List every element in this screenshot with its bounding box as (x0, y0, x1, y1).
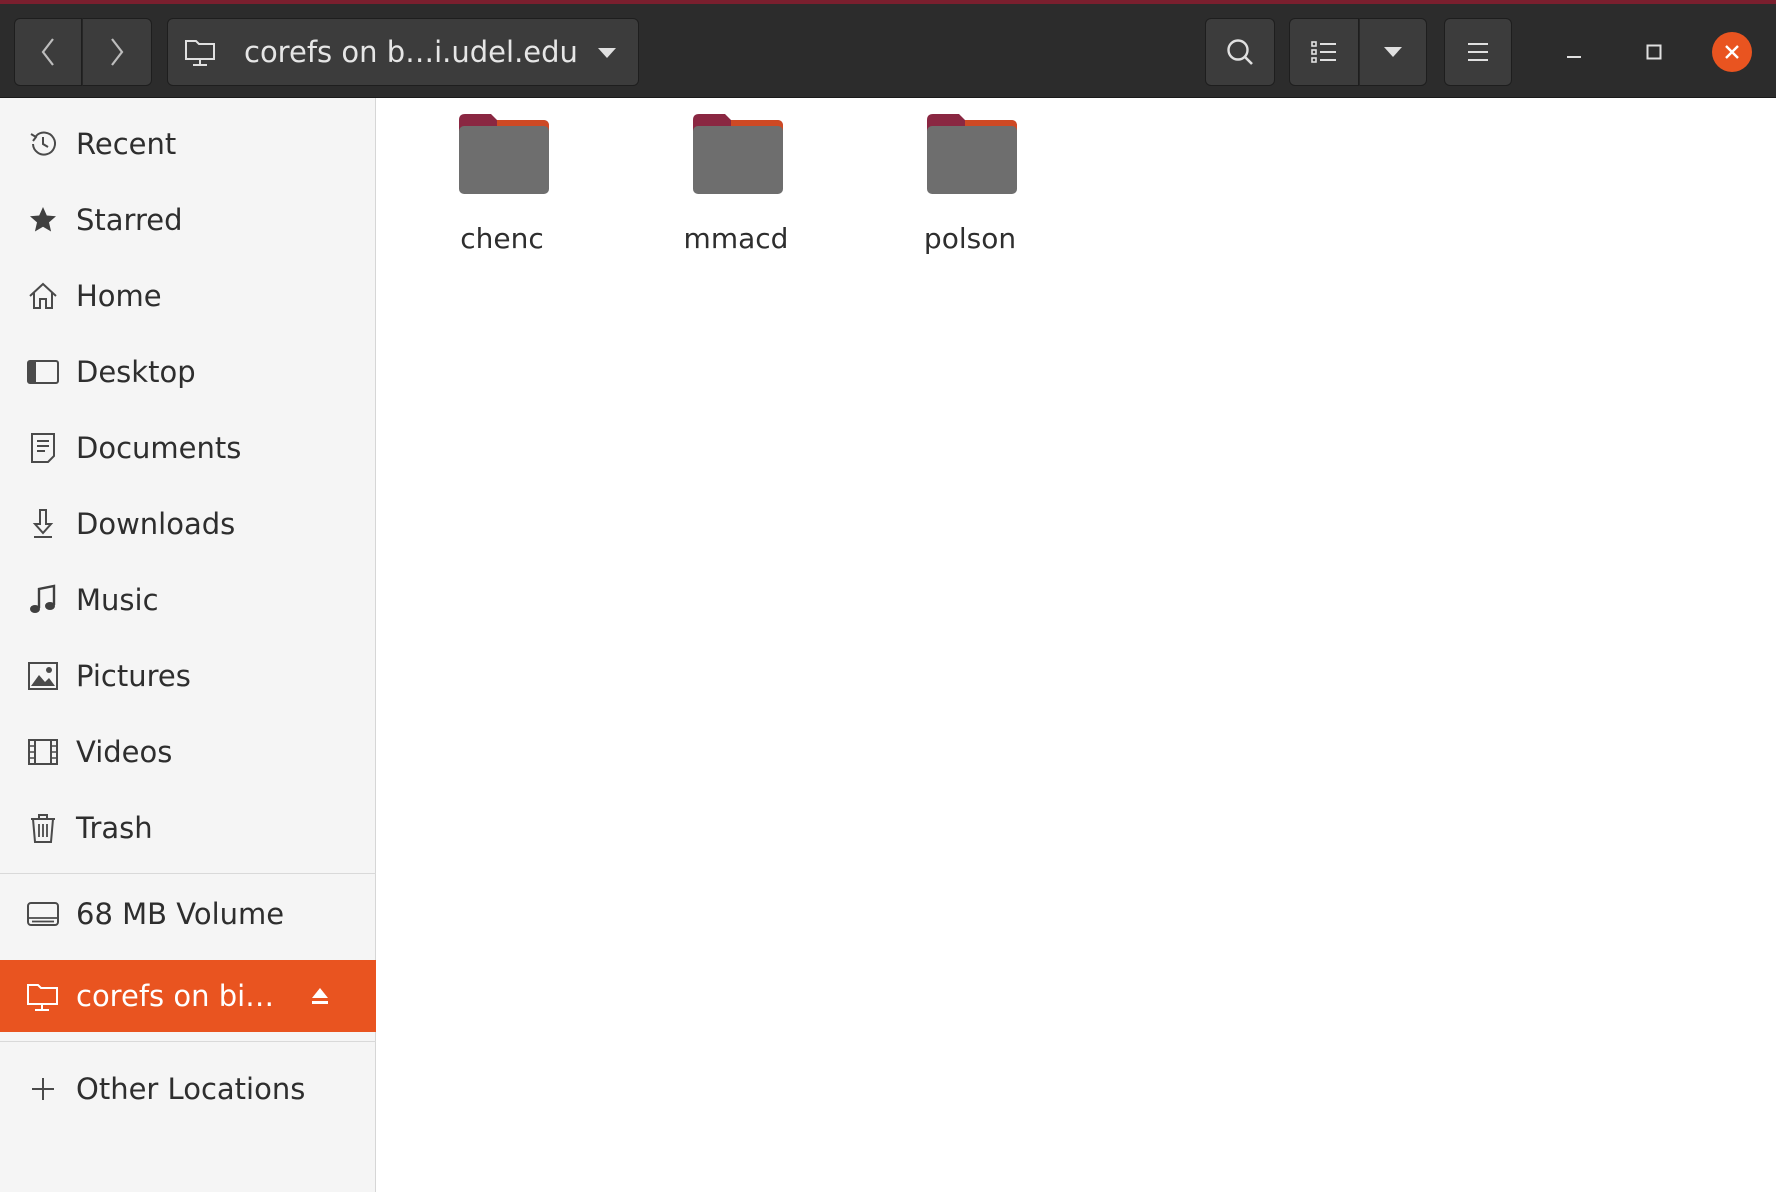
sidebar-item-label: Recent (76, 127, 177, 161)
sidebar-item-label: corefs on bi… (76, 979, 275, 1013)
close-icon (1725, 45, 1739, 59)
clock-icon (26, 127, 60, 161)
music-icon (26, 583, 60, 617)
desktop-icon (26, 355, 60, 389)
hamburger-menu-icon (1468, 43, 1488, 61)
list-view-button[interactable] (1289, 18, 1359, 86)
sidebar-item-documents[interactable]: Documents (0, 412, 376, 484)
sidebar-item-network-share[interactable]: corefs on bi… (0, 960, 376, 1032)
minimize-button[interactable] (1554, 32, 1594, 72)
drive-icon (26, 897, 60, 931)
forward-button[interactable] (82, 18, 152, 86)
download-icon (26, 507, 60, 541)
minimize-icon (1567, 56, 1581, 58)
file-name: chenc (460, 222, 544, 255)
sidebar-item-label: Music (76, 583, 159, 617)
document-icon (26, 431, 60, 465)
folder-icon (693, 114, 783, 194)
eject-icon[interactable] (308, 984, 332, 1012)
video-icon (26, 735, 60, 769)
sidebar-item-trash[interactable]: Trash (0, 792, 376, 864)
folder-icon (927, 114, 1017, 194)
sidebar-item-home[interactable]: Home (0, 260, 376, 332)
sidebar-item-label: Starred (76, 203, 183, 237)
sidebar-separator (0, 873, 376, 874)
close-button[interactable] (1712, 32, 1752, 72)
chevron-down-icon[interactable] (596, 43, 618, 63)
header-bar: corefs on b…i.udel.edu (0, 0, 1776, 98)
file-name: polson (923, 222, 1017, 255)
folder-item-polson[interactable]: polson (895, 112, 1045, 255)
chevron-left-icon (41, 38, 54, 66)
network-folder-icon (185, 40, 215, 66)
folder-item-chenc[interactable]: chenc (427, 112, 577, 255)
search-icon (1227, 39, 1253, 65)
menu-button[interactable] (1444, 18, 1512, 86)
sidebar-item-pictures[interactable]: Pictures (0, 640, 376, 712)
sidebar-item-volume[interactable]: 68 MB Volume (0, 878, 376, 950)
sidebar-item-label: Pictures (76, 659, 191, 693)
sidebar-item-videos[interactable]: Videos (0, 716, 376, 788)
folder-item-mmacd[interactable]: mmacd (661, 112, 811, 255)
sidebar-item-label: Documents (76, 431, 242, 465)
file-view[interactable]: chenc mmacd polson (377, 98, 1776, 1192)
sidebar-item-starred[interactable]: Starred (0, 184, 376, 256)
list-icon (1311, 41, 1336, 63)
path-label: corefs on b…i.udel.edu (244, 35, 578, 69)
back-button[interactable] (14, 18, 82, 86)
sidebar-item-music[interactable]: Music (0, 564, 376, 636)
chevron-down-icon (1384, 47, 1402, 57)
search-button[interactable] (1205, 18, 1275, 86)
star-icon (26, 203, 60, 237)
sidebar-item-label: Desktop (76, 355, 196, 389)
maximize-icon (1646, 44, 1662, 60)
folder-icon (459, 114, 549, 194)
trash-icon (26, 811, 60, 845)
location-pathbar[interactable]: corefs on b…i.udel.edu (167, 18, 639, 86)
picture-icon (26, 659, 60, 693)
view-options-button[interactable] (1359, 18, 1427, 86)
sidebar-item-label: Videos (76, 735, 173, 769)
sidebar-item-desktop[interactable]: Desktop (0, 336, 376, 408)
file-name: mmacd (683, 222, 789, 255)
sidebar-item-label: Other Locations (76, 1072, 306, 1106)
sidebar-item-recent[interactable]: Recent (0, 108, 376, 180)
sidebar-separator (0, 1041, 376, 1042)
home-icon (26, 279, 60, 313)
maximize-button[interactable] (1634, 32, 1674, 72)
sidebar-item-label: Home (76, 279, 162, 313)
chevron-right-icon (111, 38, 124, 66)
sidebar-item-other-locations[interactable]: Other Locations (0, 1053, 376, 1125)
sidebar-item-downloads[interactable]: Downloads (0, 488, 376, 560)
network-folder-icon (26, 979, 60, 1013)
plus-icon (26, 1072, 60, 1106)
sidebar: Recent Starred Home Desktop Documents Do… (0, 98, 376, 1192)
sidebar-item-label: 68 MB Volume (76, 897, 285, 931)
sidebar-item-label: Trash (76, 811, 153, 845)
sidebar-item-label: Downloads (76, 507, 236, 541)
